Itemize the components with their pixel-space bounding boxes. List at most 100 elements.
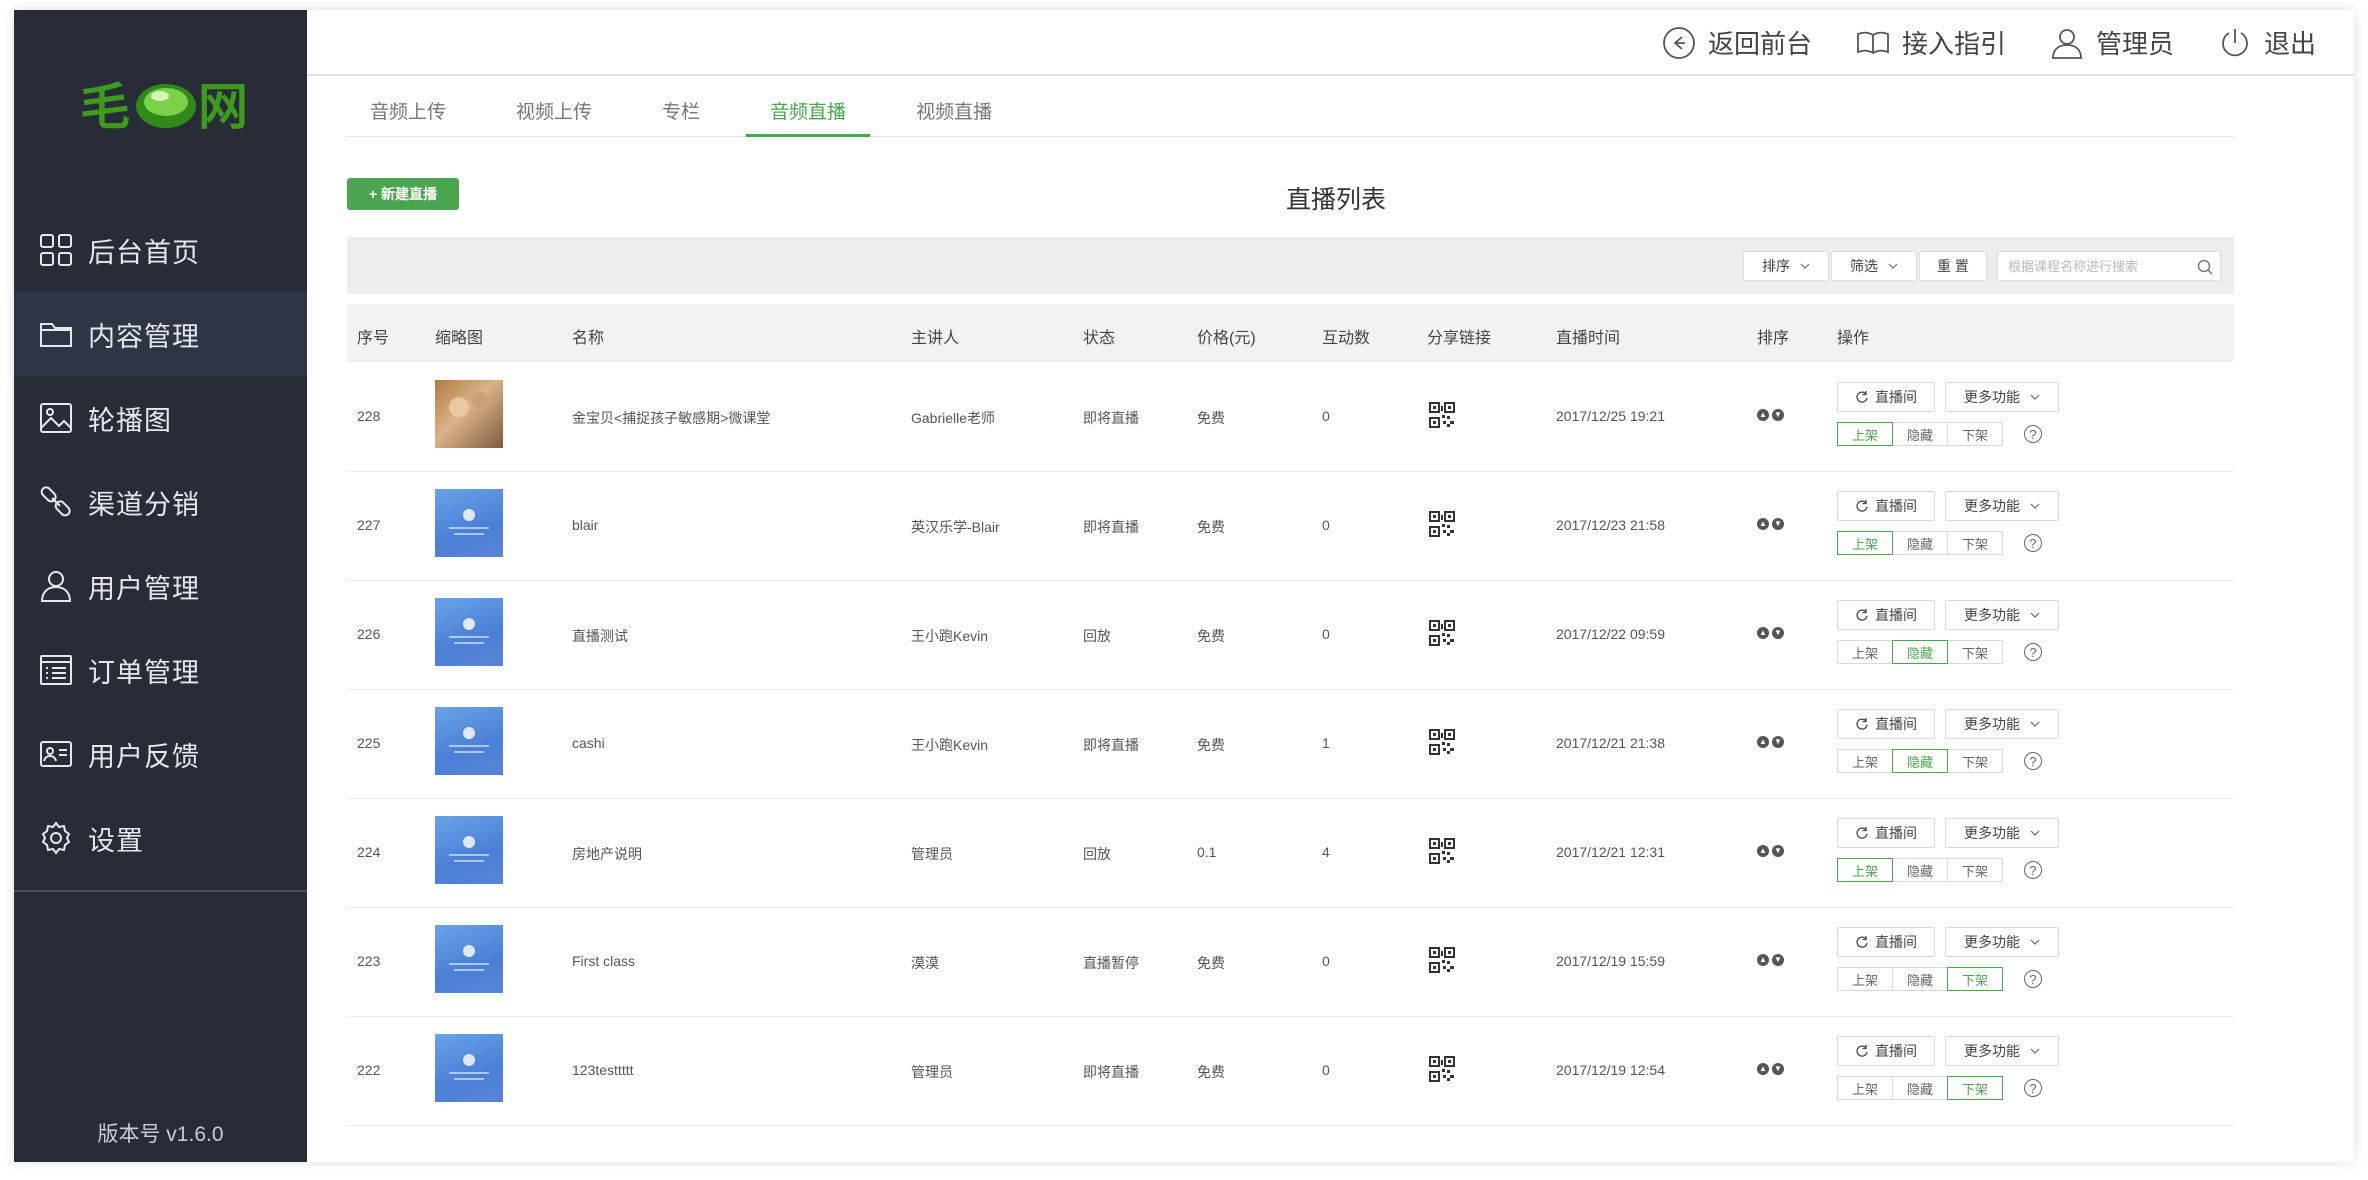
move-down-icon[interactable]: ▼ xyxy=(1772,736,1784,748)
qr-code-icon[interactable] xyxy=(1429,620,1455,646)
tab-audio-live[interactable]: 音频直播 xyxy=(746,96,871,137)
qr-code-icon[interactable] xyxy=(1429,729,1455,755)
hide-button[interactable]: 隐藏 xyxy=(1892,1076,1948,1100)
move-down-icon[interactable]: ▼ xyxy=(1772,1063,1784,1075)
thumbnail[interactable] xyxy=(435,707,503,775)
back-to-frontend-link[interactable]: 返回前台 xyxy=(1662,24,1812,61)
hide-button[interactable]: 隐藏 xyxy=(1892,531,1948,555)
brand-logo[interactable]: 毛 网 xyxy=(80,76,260,138)
filter-dropdown[interactable]: 筛选 xyxy=(1831,251,1917,281)
help-icon[interactable]: ? xyxy=(2024,970,2042,988)
on-shelf-button[interactable]: 上架 xyxy=(1837,531,1893,555)
sidebar-item-orders[interactable]: 订单管理 xyxy=(14,628,307,712)
more-functions-dropdown[interactable]: 更多功能 xyxy=(1945,1036,2059,1066)
logout-button[interactable]: 退出 xyxy=(2218,24,2316,61)
more-functions-dropdown[interactable]: 更多功能 xyxy=(1945,927,2059,957)
thumbnail[interactable] xyxy=(435,380,503,448)
qr-code-icon[interactable] xyxy=(1429,1056,1455,1082)
row-id: 227 xyxy=(357,517,381,533)
off-shelf-button[interactable]: 下架 xyxy=(1947,749,2003,773)
sidebar-item-carousel[interactable]: 轮播图 xyxy=(14,376,307,460)
sort-dropdown[interactable]: 排序 xyxy=(1743,251,1829,281)
off-shelf-button[interactable]: 下架 xyxy=(1947,967,2003,991)
live-room-button[interactable]: 直播间 xyxy=(1837,382,1935,412)
more-functions-dropdown[interactable]: 更多功能 xyxy=(1945,491,2059,521)
move-up-icon[interactable]: ▲ xyxy=(1757,954,1769,966)
more-functions-dropdown[interactable]: 更多功能 xyxy=(1945,709,2059,739)
sidebar-item-distribution[interactable]: 渠道分销 xyxy=(14,460,307,544)
off-shelf-button[interactable]: 下架 xyxy=(1947,422,2003,446)
qr-code-icon[interactable] xyxy=(1429,402,1455,428)
sidebar-item-users[interactable]: 用户管理 xyxy=(14,544,307,628)
hide-button[interactable]: 隐藏 xyxy=(1892,422,1948,446)
on-shelf-button[interactable]: 上架 xyxy=(1837,640,1893,664)
thumbnail[interactable] xyxy=(435,925,503,993)
move-up-icon[interactable]: ▲ xyxy=(1757,845,1769,857)
tab-video-upload[interactable]: 视频上传 xyxy=(492,96,616,134)
qr-code-icon[interactable] xyxy=(1429,947,1455,973)
search-input[interactable] xyxy=(2006,252,2200,280)
tab-video-live[interactable]: 视频直播 xyxy=(892,96,1016,134)
row-name: 123testtttt xyxy=(572,1062,634,1078)
help-icon[interactable]: ? xyxy=(2024,643,2042,661)
thumbnail[interactable] xyxy=(435,1034,503,1102)
move-up-icon[interactable]: ▲ xyxy=(1757,736,1769,748)
thumb-logo-icon xyxy=(463,1054,475,1066)
move-down-icon[interactable]: ▼ xyxy=(1772,954,1784,966)
move-down-icon[interactable]: ▼ xyxy=(1772,627,1784,639)
sort-controls: ▲ ▼ xyxy=(1757,627,1787,639)
sidebar-item-content[interactable]: 内容管理 xyxy=(14,292,307,376)
live-room-button[interactable]: 直播间 xyxy=(1837,927,1935,957)
move-down-icon[interactable]: ▼ xyxy=(1772,409,1784,421)
hide-button[interactable]: 隐藏 xyxy=(1892,640,1948,664)
live-room-button[interactable]: 直播间 xyxy=(1837,818,1935,848)
move-down-icon[interactable]: ▼ xyxy=(1772,518,1784,530)
move-up-icon[interactable]: ▲ xyxy=(1757,409,1769,421)
off-shelf-button[interactable]: 下架 xyxy=(1947,858,2003,882)
move-up-icon[interactable]: ▲ xyxy=(1757,1063,1769,1075)
on-shelf-button[interactable]: 上架 xyxy=(1837,749,1893,773)
live-room-button[interactable]: 直播间 xyxy=(1837,709,1935,739)
live-room-button[interactable]: 直播间 xyxy=(1837,1036,1935,1066)
off-shelf-button[interactable]: 下架 xyxy=(1947,640,2003,664)
help-icon[interactable]: ? xyxy=(2024,861,2042,879)
on-shelf-button[interactable]: 上架 xyxy=(1837,422,1893,446)
help-icon[interactable]: ? xyxy=(2024,752,2042,770)
integration-guide-link[interactable]: 接入指引 xyxy=(1856,24,2006,61)
row-actions: 直播间 更多功能 xyxy=(1837,927,2059,957)
more-functions-dropdown[interactable]: 更多功能 xyxy=(1945,382,2059,412)
thumbnail[interactable] xyxy=(435,489,503,557)
row-time: 2017/12/21 12:31 xyxy=(1556,844,1665,860)
search-icon[interactable] xyxy=(2196,258,2214,276)
on-shelf-button[interactable]: 上架 xyxy=(1837,1076,1893,1100)
help-icon[interactable]: ? xyxy=(2024,425,2042,443)
help-icon[interactable]: ? xyxy=(2024,534,2042,552)
move-up-icon[interactable]: ▲ xyxy=(1757,627,1769,639)
sidebar-item-dashboard[interactable]: 后台首页 xyxy=(14,208,307,292)
help-icon[interactable]: ? xyxy=(2024,1079,2042,1097)
move-up-icon[interactable]: ▲ xyxy=(1757,518,1769,530)
new-live-button[interactable]: + 新建直播 xyxy=(347,178,459,210)
on-shelf-button[interactable]: 上架 xyxy=(1837,858,1893,882)
sidebar-item-settings[interactable]: 设置 xyxy=(14,796,307,880)
tab-column[interactable]: 专栏 xyxy=(638,96,724,134)
more-functions-dropdown[interactable]: 更多功能 xyxy=(1945,600,2059,630)
live-room-button[interactable]: 直播间 xyxy=(1837,600,1935,630)
more-functions-dropdown[interactable]: 更多功能 xyxy=(1945,818,2059,848)
hide-button[interactable]: 隐藏 xyxy=(1892,858,1948,882)
sidebar-item-feedback[interactable]: 用户反馈 xyxy=(14,712,307,796)
off-shelf-button[interactable]: 下架 xyxy=(1947,1076,2003,1100)
hide-button[interactable]: 隐藏 xyxy=(1892,749,1948,773)
hide-button[interactable]: 隐藏 xyxy=(1892,967,1948,991)
qr-code-icon[interactable] xyxy=(1429,838,1455,864)
off-shelf-button[interactable]: 下架 xyxy=(1947,531,2003,555)
move-down-icon[interactable]: ▼ xyxy=(1772,845,1784,857)
qr-code-icon[interactable] xyxy=(1429,511,1455,537)
thumbnail[interactable] xyxy=(435,598,503,666)
thumbnail[interactable] xyxy=(435,816,503,884)
admin-menu[interactable]: 管理员 xyxy=(2050,24,2174,61)
on-shelf-button[interactable]: 上架 xyxy=(1837,967,1893,991)
reset-button[interactable]: 重 置 xyxy=(1919,251,1987,281)
tab-audio-upload[interactable]: 音频上传 xyxy=(346,96,470,134)
live-room-button[interactable]: 直播间 xyxy=(1837,491,1935,521)
